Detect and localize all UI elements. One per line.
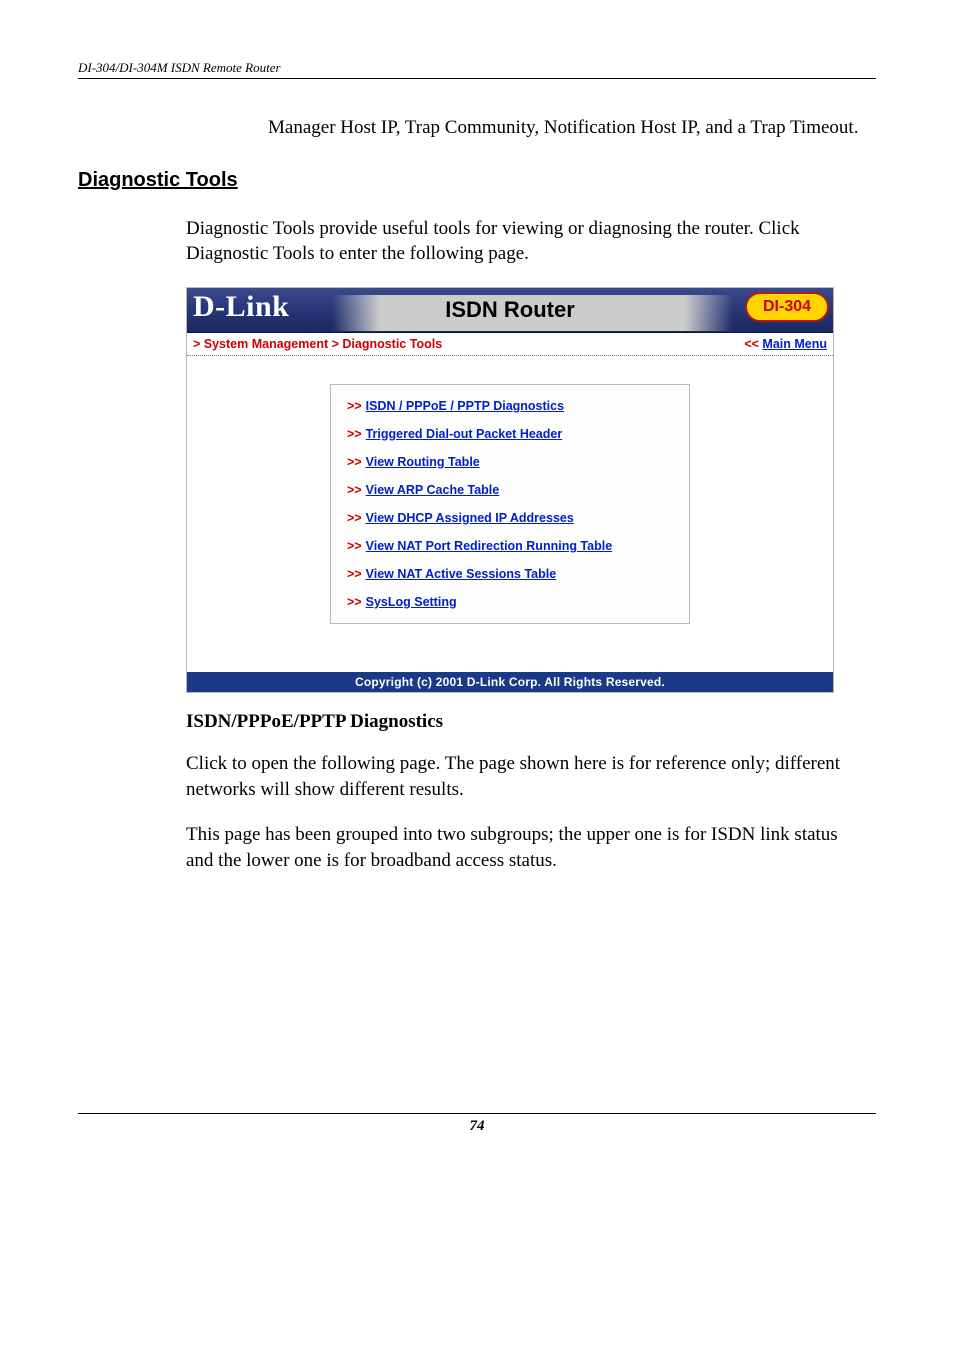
router-body: >> ISDN / PPPoE / PPTP Diagnostics >> Trig… <box>187 356 833 672</box>
chevron-right-icon: >> <box>347 567 362 581</box>
body-paragraph-2: Click to open the following page. The pa… <box>186 751 866 802</box>
body-paragraph-1: Diagnostic Tools provide useful tools fo… <box>186 216 866 267</box>
router-footer: Copyright (c) 2001 D-Link Corp. All Righ… <box>187 672 833 692</box>
body-paragraph-3: This page has been grouped into two subg… <box>186 822 866 873</box>
chevron-right-icon: >> <box>347 595 362 609</box>
menu-item-nat-redirection[interactable]: >> View NAT Port Redirection Running Tabl… <box>347 539 673 553</box>
page-number: 74 <box>78 1118 876 1135</box>
main-menu-link[interactable]: Main Menu <box>762 337 827 351</box>
running-header: DI-304/DI-304M ISDN Remote Router <box>78 60 876 78</box>
intro-tail-paragraph: Manager Host IP, Trap Community, Notific… <box>268 115 866 141</box>
menu-link[interactable]: View Routing Table <box>366 455 480 469</box>
chevron-right-icon: >> <box>347 483 362 497</box>
router-title: ISDN Router <box>187 297 833 323</box>
menu-link[interactable]: View ARP Cache Table <box>366 483 500 497</box>
model-badge: DI-304 <box>745 292 829 322</box>
menu-link[interactable]: View DHCP Assigned IP Addresses <box>366 511 574 525</box>
menu-link[interactable]: View NAT Port Redirection Running Table <box>366 539 613 553</box>
footer-rule <box>78 1113 876 1114</box>
menu-item-arp-cache[interactable]: >> View ARP Cache Table <box>347 483 673 497</box>
menu-item-isdn-diagnostics[interactable]: >> ISDN / PPPoE / PPTP Diagnostics <box>347 399 673 413</box>
diagnostic-menu-box: >> ISDN / PPPoE / PPTP Diagnostics >> Trig… <box>330 384 690 624</box>
router-header: D-Link ISDN Router DI-304 <box>187 288 833 333</box>
menu-link[interactable]: ISDN / PPPoE / PPTP Diagnostics <box>366 399 564 413</box>
chevron-right-icon: >> <box>347 399 362 413</box>
menu-item-triggered-dialout[interactable]: >> Triggered Dial-out Packet Header <box>347 427 673 441</box>
menu-item-nat-sessions[interactable]: >> View NAT Active Sessions Table <box>347 567 673 581</box>
section-heading: Diagnostic Tools <box>78 169 876 192</box>
menu-link[interactable]: SysLog Setting <box>366 595 457 609</box>
chevron-right-icon: >> <box>347 511 362 525</box>
chevron-right-icon: >> <box>347 455 362 469</box>
menu-link[interactable]: View NAT Active Sessions Table <box>366 567 557 581</box>
document-page: DI-304/DI-304M ISDN Remote Router Manage… <box>0 0 954 1175</box>
chevron-right-icon: >> <box>347 427 362 441</box>
main-menu-link-wrap[interactable]: << Main Menu <box>744 337 827 351</box>
chevron-right-icon: >> <box>347 539 362 553</box>
subheading: ISDN/PPPoE/PPTP Diagnostics <box>186 711 876 733</box>
main-menu-chevron: << <box>744 337 762 351</box>
menu-item-dhcp-addresses[interactable]: >> View DHCP Assigned IP Addresses <box>347 511 673 525</box>
menu-item-syslog[interactable]: >> SysLog Setting <box>347 595 673 609</box>
breadcrumb-bar: > System Management > Diagnostic Tools <… <box>187 333 833 356</box>
header-rule <box>78 78 876 79</box>
menu-link[interactable]: Triggered Dial-out Packet Header <box>366 427 563 441</box>
router-ui-screenshot: D-Link ISDN Router DI-304 > System Manag… <box>186 287 834 693</box>
menu-item-routing-table[interactable]: >> View Routing Table <box>347 455 673 469</box>
breadcrumb: > System Management > Diagnostic Tools <box>193 337 442 351</box>
